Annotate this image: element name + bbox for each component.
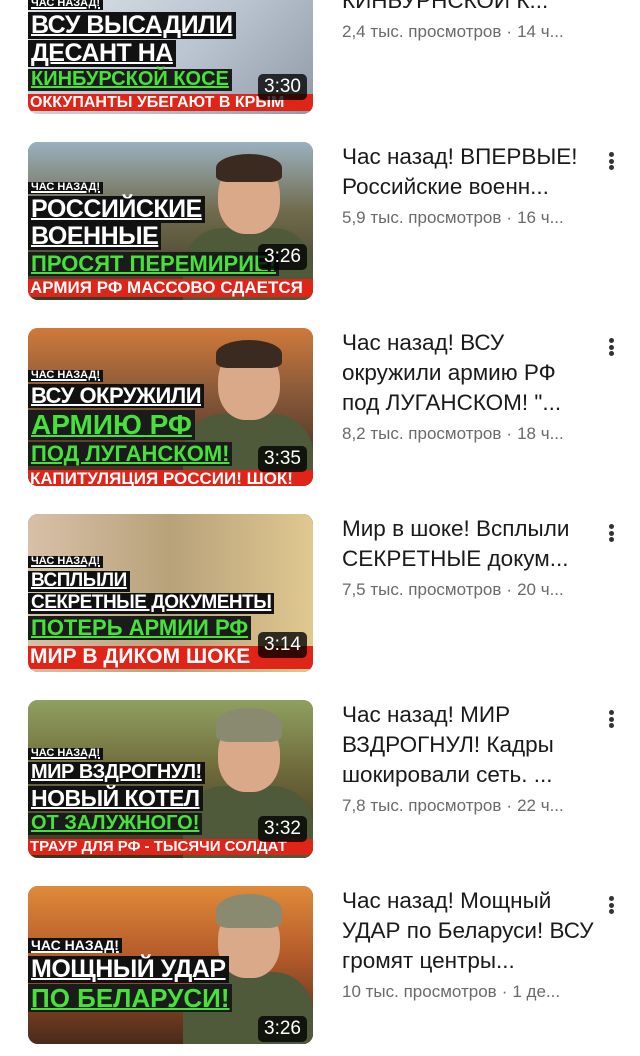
video-title[interactable]: Мир в шоке! Всплыли СЕКРЕТНЫЕ докум... xyxy=(342,514,597,574)
video-duration: 3:26 xyxy=(258,1016,307,1042)
thumb-tag: ЧАС НАЗАД! xyxy=(28,369,104,382)
more-vert-icon[interactable] xyxy=(600,520,622,546)
video-title[interactable]: Час назад! ВПЕРВЫЕ! Российские военн... xyxy=(342,142,597,202)
view-count: 2,4 тыс. просмотров xyxy=(342,22,502,41)
view-count: 8,2 тыс. просмотров xyxy=(342,424,502,443)
video-duration: 3:26 xyxy=(258,244,307,270)
video-thumbnail[interactable]: ЧАС НАЗАД! ВСУ ОКРУЖИЛИ АРМИЮ РФ ПОД ЛУГ… xyxy=(28,328,313,486)
more-vert-icon[interactable] xyxy=(600,148,622,174)
video-thumbnail[interactable]: ЧАС НАЗАД! МИР ВЗДРОГНУЛ! НОВЫЙ КОТЕЛ ОТ… xyxy=(28,700,313,858)
video-title[interactable]: Час назад! Мощный УДАР по Беларуси! ВСУ … xyxy=(342,886,597,976)
video-meta: Час назад! МИР ВЗДРОГНУЛ! Кадры шокирова… xyxy=(342,700,597,816)
view-count: 7,8 тыс. просмотров xyxy=(342,796,502,815)
thumb-line: ПОТЕРЬ АРМИИ РФ xyxy=(28,616,252,640)
view-count: 10 тыс. просмотров xyxy=(342,982,497,1001)
upload-age: 16 ч... xyxy=(517,208,564,227)
video-meta: высадили ДЕСАНТ на КИНБУРНСКОЙ К... 2,4 … xyxy=(342,0,597,42)
thumb-banner: КАПИТУЛЯЦИЯ РОССИИ! ШОК! xyxy=(28,469,313,486)
video-stats: 8,2 тыс. просмотров · 18 ч... xyxy=(342,424,564,443)
thumb-tag: ЧАС НАЗАД! xyxy=(28,0,104,10)
video-duration: 3:35 xyxy=(258,446,307,472)
video-duration: 3:30 xyxy=(258,74,307,100)
video-item[interactable]: ЧАС НАЗАД! ВСУ ВЫСАДИЛИ ДЕСАНТ НА КИНБУР… xyxy=(0,0,640,126)
thumb-line: ПО БЕЛАРУСИ! xyxy=(28,984,233,1012)
thumb-line: ВСУ ОКРУЖИЛИ xyxy=(28,384,204,408)
video-stats: 7,5 тыс. просмотров · 20 ч... xyxy=(342,580,564,599)
video-thumbnail[interactable]: ЧАС НАЗАД! ВСУ ВЫСАДИЛИ ДЕСАНТ НА КИНБУР… xyxy=(28,0,313,114)
video-thumbnail[interactable]: ЧАС НАЗАД! МОЩНЫЙ УДАР ПО БЕЛАРУСИ! 3:26 xyxy=(28,886,313,1044)
video-duration: 3:32 xyxy=(258,816,307,842)
video-thumbnail[interactable]: ЧАС НАЗАД! ВСПЛЫЛИ СЕКРЕТНЫЕ ДОКУМЕНТЫ П… xyxy=(28,514,313,672)
video-item[interactable]: ЧАС НАЗАД! МИР ВЗДРОГНУЛ! НОВЫЙ КОТЕЛ ОТ… xyxy=(0,700,640,870)
thumb-banner: АРМИЯ РФ МАССОВО СДАЕТСЯ xyxy=(28,278,313,298)
thumb-line: ПРОСЯТ ПЕРЕМИРИЕ! xyxy=(28,252,280,276)
video-stats: 2,4 тыс. просмотров · 14 ч... xyxy=(342,22,564,41)
video-stats: 10 тыс. просмотров · 1 де... xyxy=(342,982,561,1001)
more-vert-icon[interactable] xyxy=(600,706,622,732)
video-item[interactable]: ЧАС НАЗАД! ВСПЛЫЛИ СЕКРЕТНЫЕ ДОКУМЕНТЫ П… xyxy=(0,514,640,684)
video-item[interactable]: ЧАС НАЗАД! ВСУ ОКРУЖИЛИ АРМИЮ РФ ПОД ЛУГ… xyxy=(0,328,640,498)
thumb-line: ПОД ЛУГАНСКОМ! xyxy=(28,442,233,466)
video-feed: ЧАС НАЗАД! ВСУ ВЫСАДИЛИ ДЕСАНТ НА КИНБУР… xyxy=(0,0,640,1044)
view-count: 7,5 тыс. просмотров xyxy=(342,580,502,599)
video-thumbnail[interactable]: ЧАС НАЗАД! РОССИЙСКИЕ ВОЕННЫЕ ПРОСЯТ ПЕР… xyxy=(28,142,313,300)
video-item[interactable]: ЧАС НАЗАД! РОССИЙСКИЕ ВОЕННЫЕ ПРОСЯТ ПЕР… xyxy=(0,142,640,312)
video-stats: 7,8 тыс. просмотров · 22 ч... xyxy=(342,796,564,815)
more-vert-icon[interactable] xyxy=(600,892,622,918)
upload-age: 14 ч... xyxy=(517,22,564,41)
thumb-line: ДЕСАНТ НА xyxy=(28,40,176,67)
thumb-tag: ЧАС НАЗАД! xyxy=(28,747,104,760)
thumb-line: РОССИЙСКИЕ xyxy=(28,196,205,223)
upload-age: 22 ч... xyxy=(517,796,564,815)
video-meta: Час назад! ВСУ окружили армию РФ под ЛУГ… xyxy=(342,328,597,444)
upload-age: 1 де... xyxy=(512,982,561,1001)
upload-age: 18 ч... xyxy=(517,424,564,443)
more-vert-icon[interactable] xyxy=(600,334,622,360)
video-meta: Час назад! ВПЕРВЫЕ! Российские военн... … xyxy=(342,142,597,228)
thumb-tag: ЧАС НАЗАД! xyxy=(28,555,104,568)
thumb-line: АРМИЮ РФ xyxy=(28,409,195,441)
video-meta: Час назад! Мощный УДАР по Беларуси! ВСУ … xyxy=(342,886,597,1002)
upload-age: 20 ч... xyxy=(517,580,564,599)
thumb-line: МОЩНЫЙ УДАР xyxy=(28,956,229,983)
video-duration: 3:14 xyxy=(258,632,307,658)
thumb-line: ВСУ ВЫСАДИЛИ xyxy=(28,12,236,39)
video-item[interactable]: ЧАС НАЗАД! МОЩНЫЙ УДАР ПО БЕЛАРУСИ! 3:26… xyxy=(0,886,640,1056)
thumb-line: МИР ВЗДРОГНУЛ! xyxy=(28,761,205,784)
thumb-line: СЕКРЕТНЫЕ ДОКУМЕНТЫ xyxy=(28,592,275,614)
video-title[interactable]: высадили ДЕСАНТ на КИНБУРНСКОЙ К... xyxy=(342,0,597,16)
thumb-line: ВСПЛЫЛИ xyxy=(28,570,130,592)
thumb-line: КИНБУРСКОЙ КОСЕ xyxy=(28,68,232,91)
video-title[interactable]: Час назад! МИР ВЗДРОГНУЛ! Кадры шокирова… xyxy=(342,700,597,790)
video-stats: 5,9 тыс. просмотров · 16 ч... xyxy=(342,208,564,227)
thumb-tag: ЧАС НАЗАД! xyxy=(28,181,104,194)
thumb-line: ВОЕННЫЕ xyxy=(28,223,162,250)
video-title[interactable]: Час назад! ВСУ окружили армию РФ под ЛУГ… xyxy=(342,328,597,418)
video-meta: Мир в шоке! Всплыли СЕКРЕТНЫЕ докум... 7… xyxy=(342,514,597,600)
thumb-line: ОТ ЗАЛУЖНОГО! xyxy=(28,812,203,835)
view-count: 5,9 тыс. просмотров xyxy=(342,208,502,227)
thumb-tag: ЧАС НАЗАД! xyxy=(28,937,122,954)
thumb-line: НОВЫЙ КОТЕЛ xyxy=(28,786,203,811)
